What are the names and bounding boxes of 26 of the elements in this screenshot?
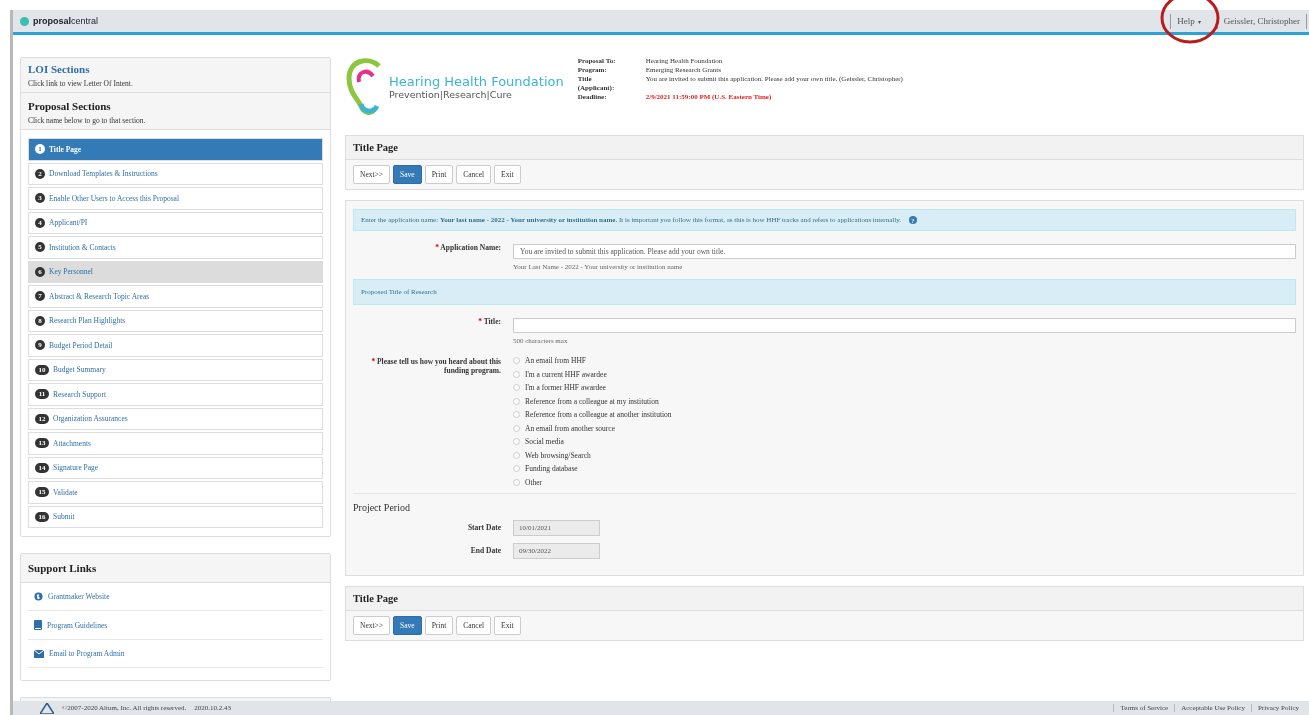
globe-icon	[34, 592, 43, 601]
mail-icon	[34, 649, 44, 658]
radio-button[interactable]	[513, 438, 520, 445]
radio-button[interactable]	[513, 451, 520, 459]
radio-button[interactable]	[513, 384, 520, 391]
radio-button[interactable]	[513, 424, 520, 432]
radio-button[interactable]	[513, 370, 520, 378]
brand-logo[interactable]: proposalcentral	[33, 16, 99, 26]
foundation-name: Hearing Health Foundation	[389, 74, 564, 89]
foundation-tagline: Prevention|Research|Cure	[389, 89, 513, 100]
radio-button[interactable]	[513, 397, 520, 405]
user-name[interactable]: Geissler, Christopher	[1216, 13, 1307, 29]
section-heading: Proposal Sections	[28, 100, 112, 112]
book-icon	[34, 620, 42, 630]
radio-button[interactable]	[513, 411, 520, 418]
company-logo-icon	[40, 702, 54, 714]
panel-title: Support Links	[28, 562, 97, 574]
section-heading: Project Period	[353, 501, 411, 513]
radio-button[interactable]	[513, 357, 520, 364]
loi-sections-link[interactable]: LOI Sections	[28, 63, 323, 75]
radio-button[interactable]	[513, 478, 520, 486]
panel-title: Title Page	[353, 592, 398, 604]
logo-icon	[20, 16, 29, 26]
radio-button[interactable]	[513, 465, 520, 472]
panel-title: Title Page	[353, 142, 398, 153]
title-field[interactable]	[513, 318, 1296, 333]
